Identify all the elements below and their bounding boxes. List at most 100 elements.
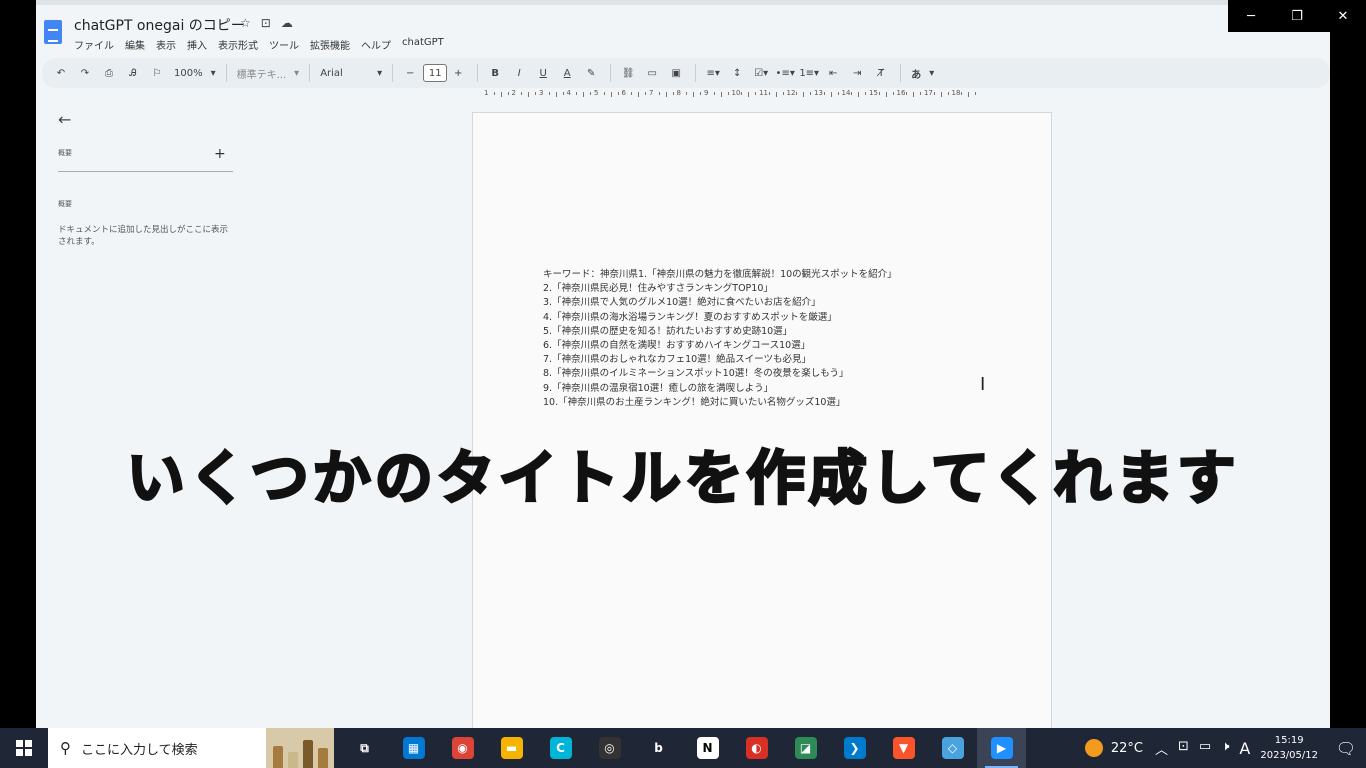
taskbar-app-vscode[interactable]: ❯ xyxy=(830,728,879,768)
document-title[interactable]: chatGPT onegai のコピー xyxy=(74,15,245,35)
taskbar-app-microsoft-store[interactable]: ▦ xyxy=(389,728,438,768)
input-tool-value: あ xyxy=(911,69,922,81)
decrease-font-size-icon[interactable]: − xyxy=(399,62,421,84)
comment-icon[interactable]: ▭ xyxy=(641,62,663,84)
meet-now-icon[interactable]: ⊡ xyxy=(1178,739,1189,758)
line-spacing-icon[interactable]: ↕ xyxy=(726,62,748,84)
horizontal-ruler[interactable]: 1 2 3 4 5 6 7 8 9 10 11 12 13 14 15 16 17 18 xyxy=(472,88,1052,102)
document-line[interactable]: キーワード：神奈川県1.「神奈川県の魅力を徹底解説！10の観光スポットを紹介」 xyxy=(543,268,897,282)
input-tools-select[interactable]: あ ▾ xyxy=(907,66,938,81)
link-icon[interactable]: ⛓ xyxy=(617,62,639,84)
chevron-down-icon: ▾ xyxy=(929,67,935,79)
ruler-number: 14 xyxy=(841,89,851,97)
paragraph-style-select[interactable]: 標準テキ... ▾ xyxy=(233,66,304,81)
document-line[interactable]: 2.「神奈川県民必見！住みやすさランキングTOP10」 xyxy=(543,282,897,296)
checklist-icon[interactable]: ☑▾ xyxy=(750,62,772,84)
star-icon[interactable]: ☆ xyxy=(240,16,251,30)
font-size-input[interactable]: 11 xyxy=(423,64,448,82)
print-icon[interactable]: ⎙ xyxy=(98,62,120,84)
numbered-list-icon[interactable]: 1≡▾ xyxy=(798,62,820,84)
document-line[interactable]: 5.「神奈川県の歴史を知る！訪れたいおすすめ史跡10選」 xyxy=(543,325,897,339)
taskbar-app-task-view[interactable]: ⧉ xyxy=(340,728,389,768)
battery-icon[interactable]: ▭ xyxy=(1199,739,1211,758)
chevron-up-icon[interactable]: ︿ xyxy=(1155,739,1168,758)
font-select[interactable]: Arial ▾ xyxy=(316,68,386,79)
taskbar-search-box[interactable]: ⚲ ここに入力して検索 xyxy=(48,728,334,768)
menu-format[interactable]: 表示形式 xyxy=(218,37,258,52)
taskbar-app-video-editor[interactable]: ▶ xyxy=(977,728,1026,768)
taskbar-app-app-red[interactable]: ◐ xyxy=(732,728,781,768)
ime-indicator[interactable]: A xyxy=(1239,739,1250,758)
document-line[interactable]: 3.「神奈川県で人気のグルメ10選！絶対に食べたいお店を紹介」 xyxy=(543,296,897,310)
menu-chatgpt[interactable]: chatGPT xyxy=(402,37,444,52)
menu-insert[interactable]: 挿入 xyxy=(187,37,207,52)
document-line[interactable]: 7.「神奈川県のおしゃれなカフェ10選！絶品スイーツも必見」 xyxy=(543,353,897,367)
highlight-icon[interactable]: ✎ xyxy=(580,62,602,84)
chrome-icon: ◉ xyxy=(451,737,474,759)
align-icon[interactable]: ≡▾ xyxy=(702,62,724,84)
taskbar-app-app-notes[interactable]: ◇ xyxy=(928,728,977,768)
ruler-number: 15 xyxy=(869,89,878,97)
decrease-indent-icon[interactable]: ⇤ xyxy=(822,62,844,84)
menu-help[interactable]: ヘルプ xyxy=(361,37,391,52)
taskbar-app-bing[interactable]: b xyxy=(634,728,683,768)
ruler-number: 9 xyxy=(704,89,709,97)
font-value: Arial xyxy=(320,67,343,79)
volume-muted-icon[interactable]: 🕨 xyxy=(1221,739,1229,758)
ruler-tick xyxy=(555,92,557,97)
taskbar-app-notion[interactable]: N xyxy=(683,728,732,768)
zoom-select[interactable]: 100% ▾ xyxy=(170,68,220,79)
ruler-tick xyxy=(686,92,688,95)
spellcheck-icon[interactable]: Ꭿ xyxy=(122,62,144,84)
ruler-tick xyxy=(700,92,702,95)
document-line[interactable]: 9.「神奈川県の温泉宿10選！癒しの旅を満喫しよう」 xyxy=(543,382,897,396)
underline-icon[interactable]: U xyxy=(532,62,554,84)
ruler-number: 6 xyxy=(621,89,626,97)
redo-icon[interactable]: ↷ xyxy=(74,62,96,84)
start-button[interactable] xyxy=(0,728,48,768)
bold-icon[interactable]: B xyxy=(484,62,506,84)
docs-logo-icon[interactable] xyxy=(44,20,62,44)
notifications-icon[interactable]: 🗨 xyxy=(1332,739,1360,758)
undo-icon[interactable]: ↶ xyxy=(50,62,72,84)
menu-edit[interactable]: 編集 xyxy=(125,37,145,52)
italic-icon[interactable]: I xyxy=(508,62,530,84)
cloud-status-icon[interactable]: ☁ xyxy=(281,16,293,30)
menu-extensions[interactable]: 拡張機能 xyxy=(310,37,350,52)
increase-indent-icon[interactable]: ⇥ xyxy=(846,62,868,84)
increase-font-size-icon[interactable]: + xyxy=(447,62,469,84)
document-line[interactable]: 6.「神奈川県の自然を満喫！おすすめハイキングコース10選」 xyxy=(543,339,897,353)
document-page[interactable]: キーワード：神奈川県1.「神奈川県の魅力を徹底解説！10の観光スポットを紹介」 2… xyxy=(472,112,1052,728)
menu-file[interactable]: ファイル xyxy=(74,37,114,52)
close-button[interactable]: ✕ xyxy=(1320,0,1366,32)
taskbar-app-file-explorer[interactable]: ▬ xyxy=(487,728,536,768)
add-summary-icon[interactable]: + xyxy=(214,146,226,162)
document-body[interactable]: キーワード：神奈川県1.「神奈川県の魅力を徹底解説！10の観光スポットを紹介」 2… xyxy=(543,268,897,410)
ruler-tick xyxy=(665,92,667,97)
menu-tools[interactable]: ツール xyxy=(269,37,299,52)
ruler-number: 13 xyxy=(814,89,823,97)
taskbar-app-brave[interactable]: ▼ xyxy=(879,728,928,768)
ruler-tick xyxy=(658,92,660,95)
bulleted-list-icon[interactable]: •≡▾ xyxy=(774,62,796,84)
paint-format-icon[interactable]: ⚐ xyxy=(146,62,168,84)
clear-formatting-icon[interactable]: T̸ xyxy=(870,62,892,84)
taskbar-app-app-green[interactable]: ◪ xyxy=(781,728,830,768)
image-icon[interactable]: ▣ xyxy=(665,62,687,84)
taskbar-app-chrome[interactable]: ◉ xyxy=(438,728,487,768)
restore-button[interactable]: ❐ xyxy=(1274,0,1320,32)
document-line[interactable]: 4.「神奈川県の海水浴場ランキング！夏のおすすめスポットを厳選」 xyxy=(543,311,897,325)
clock[interactable]: 15:19 2023/05/12 xyxy=(1260,733,1318,763)
move-folder-icon[interactable]: ⊡ xyxy=(261,16,271,30)
minimize-button[interactable]: ─ xyxy=(1228,0,1274,32)
weather-widget[interactable]: 22°C xyxy=(1084,739,1143,757)
taskbar-app-obs[interactable]: ◎ xyxy=(585,728,634,768)
document-line[interactable]: 8.「神奈川県のイルミネーションスポット10選！冬の夜景を楽しもう」 xyxy=(543,367,897,381)
text-color-icon[interactable]: A xyxy=(556,62,578,84)
ruler-tick xyxy=(638,92,640,97)
document-line[interactable]: 10.「神奈川県のお土産ランキング！絶対に買いたい名物グッズ10選」 xyxy=(543,396,897,410)
back-arrow-icon[interactable]: ← xyxy=(58,110,71,129)
document-outline-panel: ← 概要 + 概要 ドキュメントに追加した見出しがここに表示されます。 xyxy=(56,110,236,310)
menu-view[interactable]: 表示 xyxy=(156,37,176,52)
taskbar-app-canva[interactable]: C xyxy=(536,728,585,768)
